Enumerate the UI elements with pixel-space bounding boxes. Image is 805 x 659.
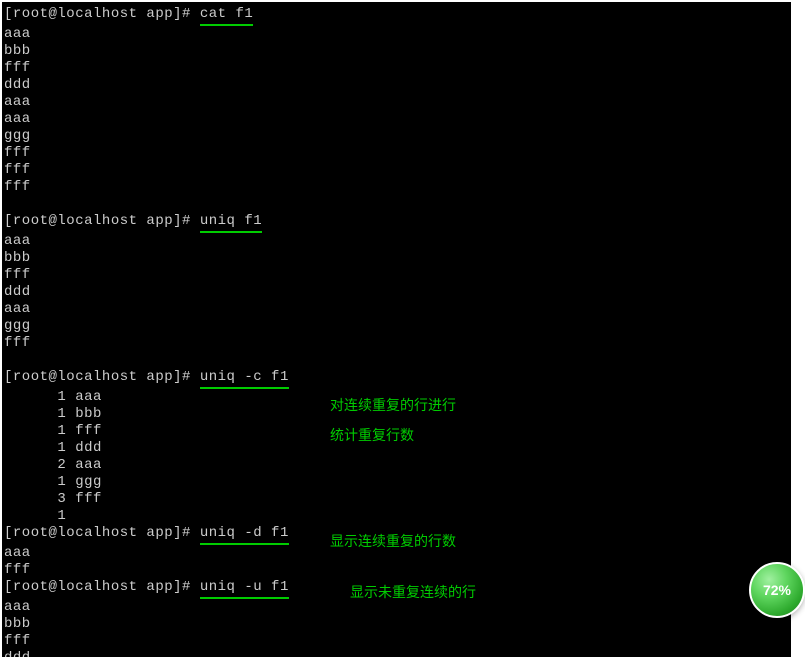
output-line: fff — [4, 162, 789, 179]
command-text: cat f1 — [200, 6, 253, 26]
prompt-line[interactable]: [root@localhost app]# uniq -c f1 — [4, 369, 789, 389]
command-text: uniq -d f1 — [200, 525, 289, 545]
output-line: ddd — [4, 650, 789, 659]
output-line: bbb — [4, 616, 789, 633]
output-line — [4, 352, 789, 369]
output-line: bbb — [4, 250, 789, 267]
command-text: uniq f1 — [200, 213, 262, 233]
prompt-line[interactable]: [root@localhost app]# cat f1 — [4, 6, 789, 26]
terminal-window[interactable]: [root@localhost app]# cat f1 aaabbbfffdd… — [0, 0, 793, 659]
shell-prompt: [root@localhost app]# — [4, 213, 200, 229]
annotation-label: 对连续重复的行进行 — [330, 395, 456, 415]
output-line: fff — [4, 335, 789, 352]
output-line: 1 — [4, 508, 789, 525]
output-line: aaa — [4, 26, 789, 43]
annotation-label: 统计重复行数 — [330, 425, 414, 445]
output-line: fff — [4, 145, 789, 162]
shell-prompt: [root@localhost app]# — [4, 579, 200, 595]
output-line: fff — [4, 179, 789, 196]
output-line: ggg — [4, 318, 789, 335]
output-line: 2 aaa — [4, 457, 789, 474]
output-line: aaa — [4, 301, 789, 318]
command-text: uniq -c f1 — [200, 369, 289, 389]
output-line: ddd — [4, 77, 789, 94]
command-text: uniq -u f1 — [200, 579, 289, 599]
output-line: fff — [4, 562, 789, 579]
output-line: fff — [4, 267, 789, 284]
annotation-label: 显示连续重复的行数 — [330, 531, 456, 551]
shell-prompt: [root@localhost app]# — [4, 525, 200, 541]
output-line: bbb — [4, 43, 789, 60]
shell-prompt: [root@localhost app]# — [4, 369, 200, 385]
output-line: fff — [4, 633, 789, 650]
annotation-label: 显示未重复连续的行 — [350, 582, 476, 602]
output-line: ggg — [4, 128, 789, 145]
shell-prompt: [root@localhost app]# — [4, 6, 200, 22]
prompt-line[interactable]: [root@localhost app]# uniq f1 — [4, 213, 789, 233]
output-line: aaa — [4, 111, 789, 128]
progress-badge: 72% — [749, 562, 805, 618]
progress-percent: 72% — [763, 582, 791, 598]
output-line: fff — [4, 60, 789, 77]
output-line: aaa — [4, 233, 789, 250]
output-line: aaa — [4, 94, 789, 111]
output-line — [4, 196, 789, 213]
output-line: 1 ggg — [4, 474, 789, 491]
output-line: 3 fff — [4, 491, 789, 508]
output-line: ddd — [4, 284, 789, 301]
